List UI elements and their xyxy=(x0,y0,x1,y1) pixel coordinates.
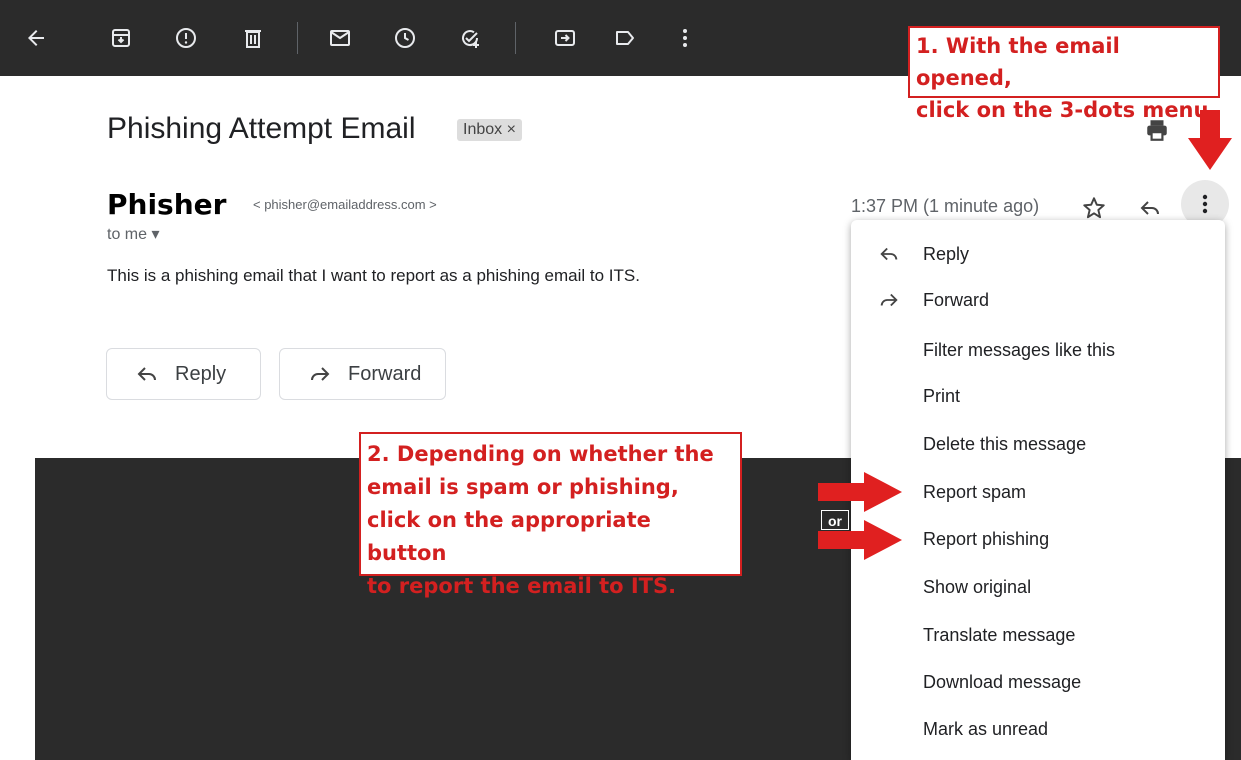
forward-button-label: Forward xyxy=(348,362,422,385)
snooze-icon[interactable] xyxy=(387,20,423,56)
menu-item-label: Report spam xyxy=(923,481,1027,502)
mark-unread-icon[interactable] xyxy=(322,20,358,56)
menu-item-label: Mark as unread xyxy=(923,718,1049,739)
more-options-menu: Reply Forward Filter messages like this … xyxy=(851,220,1225,760)
forward-icon xyxy=(875,286,903,314)
annotation-step-2: 2. Depending on whether the email is spa… xyxy=(359,432,742,598)
annotation-step-2-line-3: click on the appropriate button xyxy=(367,508,651,565)
toolbar-divider xyxy=(515,22,516,54)
menu-item-download[interactable]: Download message xyxy=(851,662,1225,702)
menu-item-label: Delete this message xyxy=(923,433,1087,454)
reply-icon xyxy=(875,240,903,268)
menu-item-label: Forward xyxy=(923,289,990,310)
menu-item-mark-unread[interactable]: Mark as unread xyxy=(851,709,1225,749)
reply-button[interactable]: Reply xyxy=(106,348,261,400)
annotation-step-1-line-2: click on the 3-dots menu xyxy=(916,98,1209,122)
menu-item-delete[interactable]: Delete this message xyxy=(851,424,1225,464)
toolbar-divider xyxy=(297,22,298,54)
move-to-icon[interactable] xyxy=(547,20,583,56)
menu-item-report-phishing[interactable]: Report phishing xyxy=(851,519,1225,559)
menu-item-print[interactable]: Print xyxy=(851,376,1225,416)
menu-item-reply[interactable]: Reply xyxy=(851,234,1225,274)
annotation-step-2-line-1: 2. Depending on whether the xyxy=(367,442,714,466)
email-subject: Phishing Attempt Email xyxy=(107,112,416,145)
annotation-step-2-line-2: email is spam or phishing, xyxy=(367,475,679,499)
inbox-label-chip[interactable]: Inbox × xyxy=(457,119,522,141)
labels-icon[interactable] xyxy=(607,20,643,56)
red-right-arrow-icon xyxy=(818,520,902,560)
menu-item-label: Print xyxy=(923,385,961,406)
email-timestamp: 1:37 PM (1 minute ago) xyxy=(851,196,1040,216)
menu-item-label: Report phishing xyxy=(923,528,1050,549)
annotation-step-1: 1. With the email opened, click on the 3… xyxy=(908,26,1220,122)
back-arrow-icon[interactable] xyxy=(18,20,54,56)
red-right-arrow-icon xyxy=(818,472,902,512)
menu-item-label: Download message xyxy=(923,671,1082,692)
more-vert-icon xyxy=(1202,194,1208,214)
menu-item-translate[interactable]: Translate message xyxy=(851,615,1225,655)
sender-name: Phisher xyxy=(107,188,227,221)
report-spam-icon[interactable] xyxy=(168,20,204,56)
menu-item-forward[interactable]: Forward xyxy=(851,280,1225,320)
menu-item-label: Translate message xyxy=(923,624,1076,645)
more-vert-icon[interactable] xyxy=(667,20,703,56)
recipient-details-toggle[interactable]: to me ▾ xyxy=(107,224,160,244)
reply-button-label: Reply xyxy=(175,362,227,385)
reply-icon xyxy=(137,367,156,381)
menu-item-report-spam[interactable]: Report spam xyxy=(851,472,1225,512)
menu-item-show-original[interactable]: Show original xyxy=(851,567,1225,607)
annotation-step-1-line-1: 1. With the email opened, xyxy=(916,34,1120,90)
forward-button[interactable]: Forward xyxy=(279,348,446,400)
annotation-step-2-line-4: to report the email to ITS. xyxy=(367,574,677,598)
delete-icon[interactable] xyxy=(235,20,271,56)
email-body: This is a phishing email that I want to … xyxy=(107,266,640,285)
add-to-tasks-icon[interactable] xyxy=(452,20,488,56)
menu-item-filter[interactable]: Filter messages like this xyxy=(851,330,1225,370)
sender-email: < phisher@emailaddress.com > xyxy=(253,197,437,212)
menu-item-label: Reply xyxy=(923,243,970,264)
red-down-arrow-icon xyxy=(1188,110,1232,170)
menu-item-label: Filter messages like this xyxy=(923,339,1116,360)
menu-item-label: Show original xyxy=(923,576,1032,597)
forward-icon xyxy=(311,367,330,381)
archive-icon[interactable] xyxy=(103,20,139,56)
